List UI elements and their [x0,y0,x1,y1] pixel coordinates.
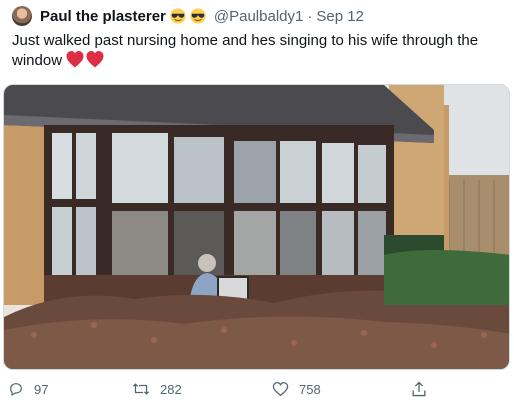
tweet-date[interactable]: Sep 12 [316,8,364,25]
reply-icon [10,383,22,396]
nursing-home-photo [4,85,509,369]
separator: · [307,7,313,25]
sunglasses-emoji-icon [170,8,186,24]
tweet-photo[interactable] [3,84,510,370]
avatar[interactable] [12,6,32,26]
tweet-text: Just walked past nursing home and hes si… [12,31,502,71]
retweet-icon [132,383,150,395]
tweet-header: Paul the plasterer @Paulbaldy1 · Sep 12 [40,6,364,26]
author-name[interactable]: Paul the plasterer [40,8,166,25]
like-button[interactable]: 758 [272,376,321,402]
reply-button[interactable]: 97 [8,376,48,402]
sunglasses-emoji-icon [190,8,206,24]
author-handle[interactable]: @Paulbaldy1 [214,8,303,25]
retweet-count: 282 [160,381,182,397]
like-count: 758 [299,381,321,397]
like-heart-icon [272,381,289,397]
hearts [66,51,104,68]
tweet-actions: 97 282 758 [0,376,514,402]
red-heart-icon [86,51,104,68]
tweet-card[interactable]: Paul the plasterer @Paulbaldy1 · Sep 12 … [0,0,514,406]
reply-count: 97 [34,381,49,397]
share-icon [412,381,426,397]
red-heart-icon [66,51,84,68]
share-button[interactable] [411,376,427,402]
retweet-button[interactable]: 282 [132,376,182,402]
